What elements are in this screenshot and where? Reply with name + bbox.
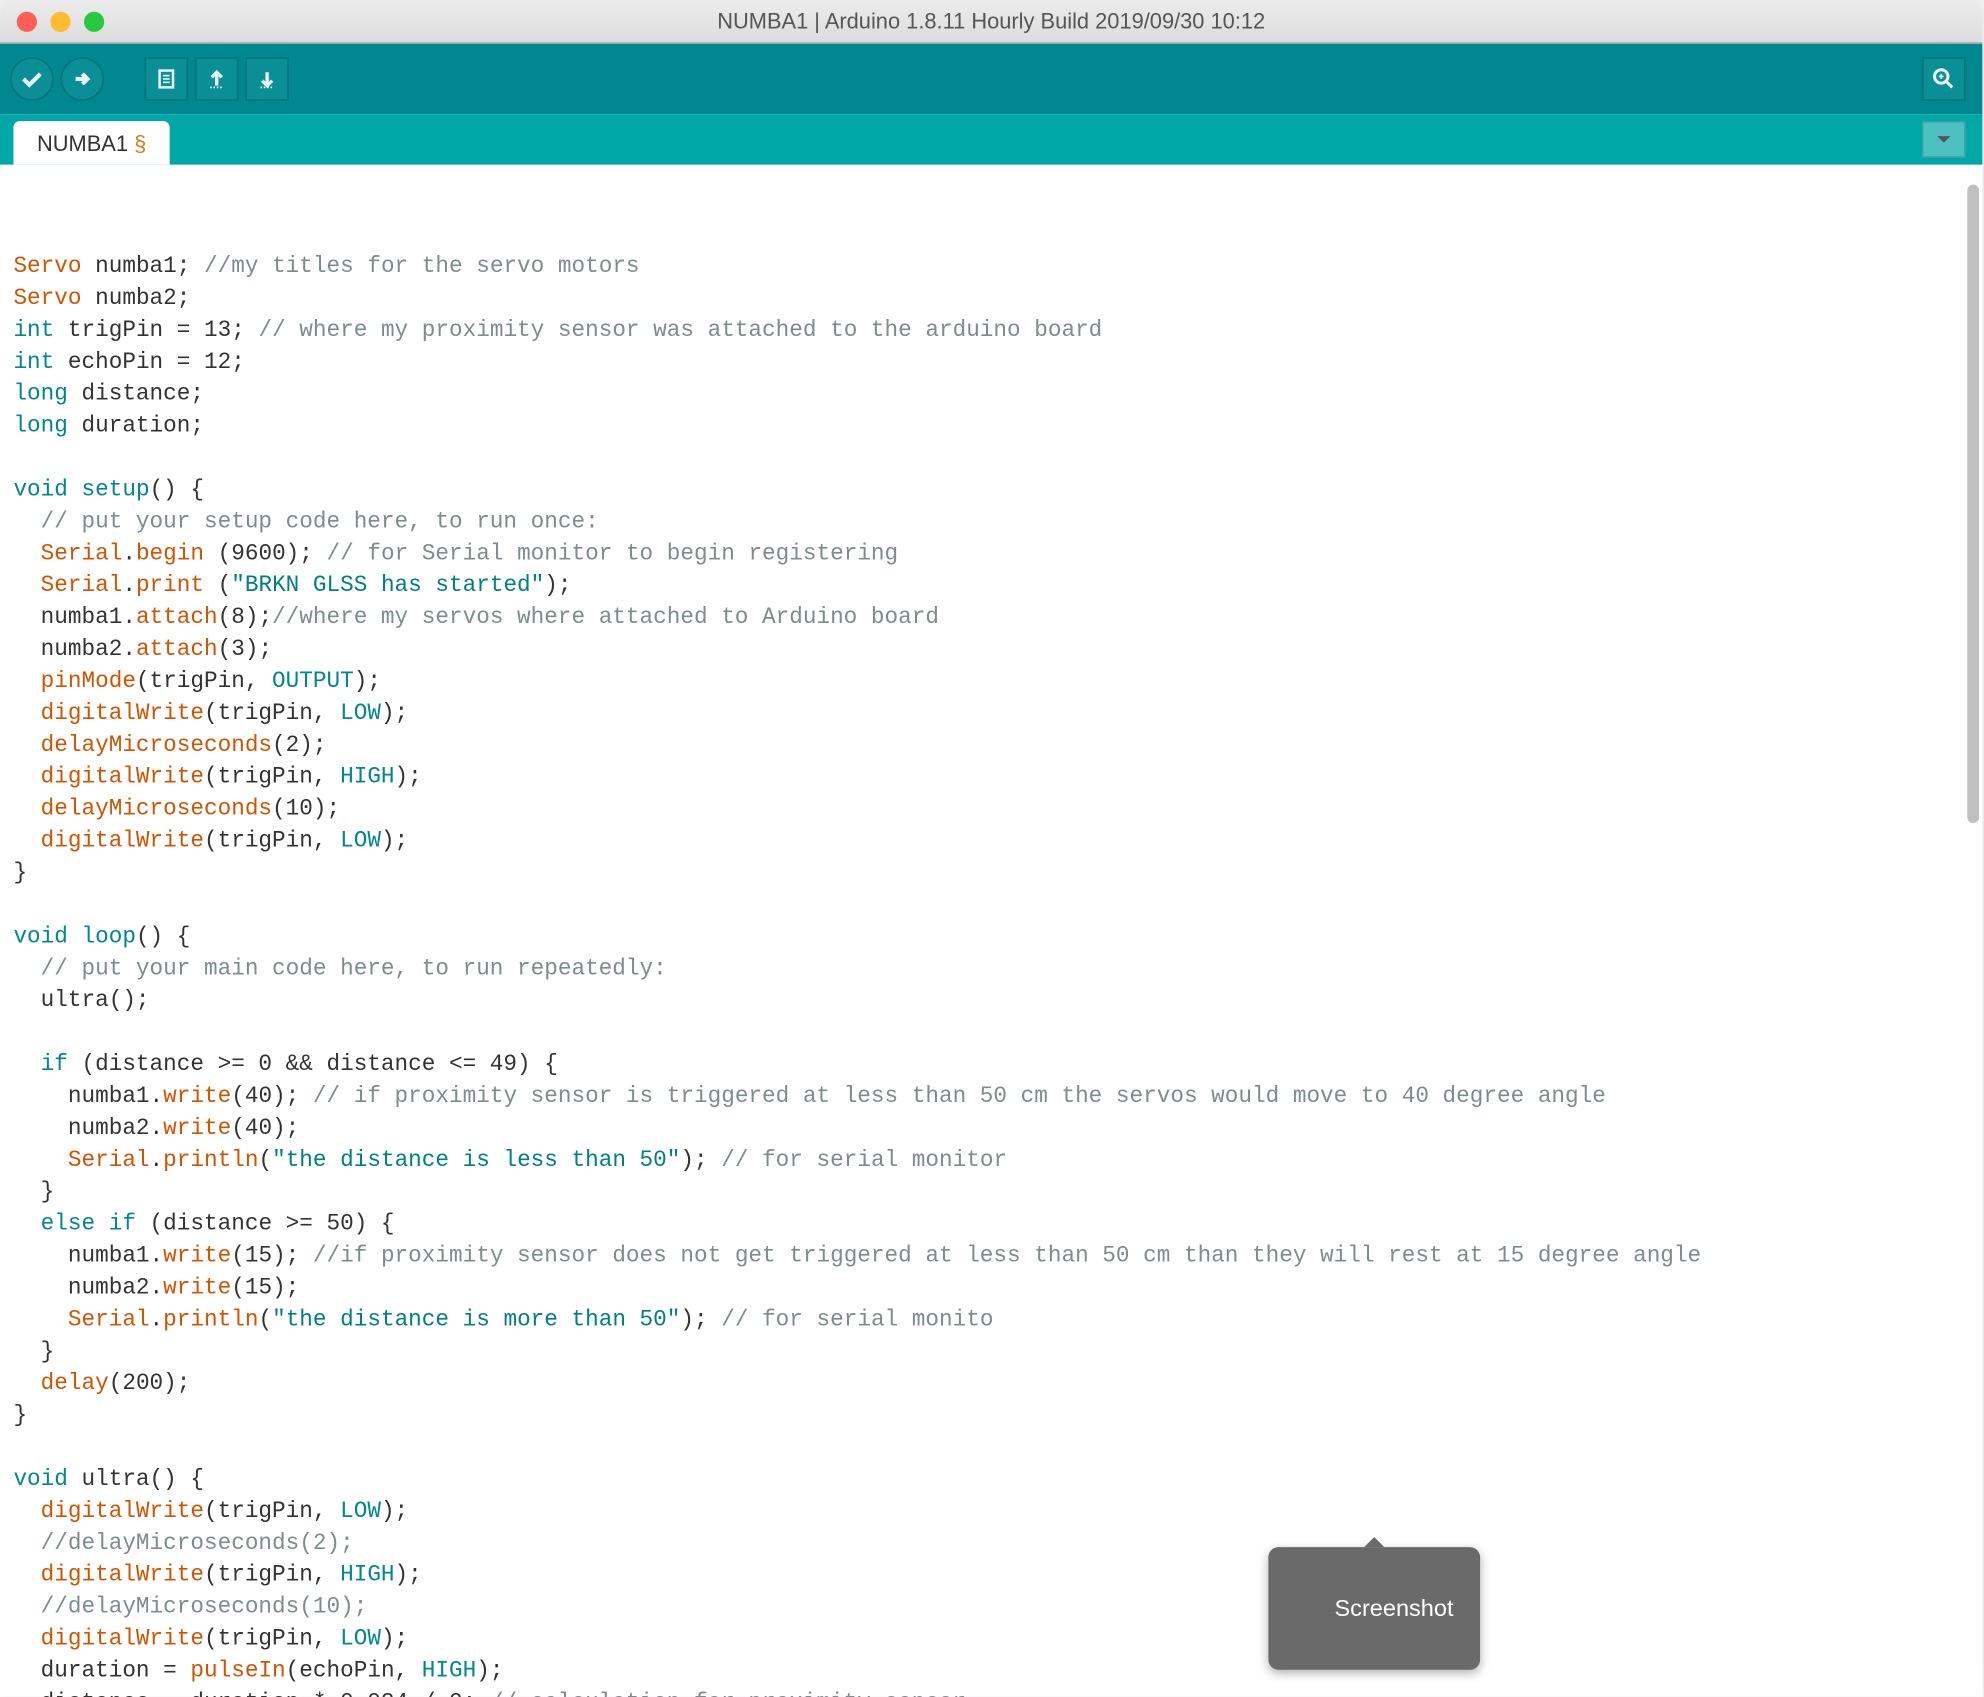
toolbar [0,44,1982,115]
serial-monitor-button[interactable] [1922,57,1966,101]
magnifier-icon [1930,66,1957,93]
tab-sketch[interactable]: NUMBA1 § [13,121,169,165]
check-icon [20,67,44,91]
window-title: NUMBA1 | Arduino 1.8.11 Hourly Build 201… [717,8,1265,33]
arrow-up-icon [205,67,229,91]
close-window-button[interactable] [17,11,37,31]
arrow-down-icon [255,67,279,91]
window-controls [17,11,104,31]
screenshot-tooltip: Screenshot [1268,1547,1480,1670]
arduino-ide-window: NUMBA1 | Arduino 1.8.11 Hourly Build 201… [0,0,1982,1697]
arrow-right-icon [71,67,95,91]
vertical-scrollbar[interactable] [1967,185,1979,823]
tabs-menu-button[interactable] [1922,121,1966,158]
verify-button[interactable] [10,57,54,101]
code-editor[interactable]: Servo numba1; //my titles for the servo … [0,165,1982,1697]
chevron-down-icon [1935,134,1952,144]
tooltip-text: Screenshot [1334,1594,1453,1621]
tab-name: NUMBA1 [37,131,128,156]
code-content[interactable]: Servo numba1; //my titles for the servo … [13,252,1969,1697]
save-sketch-button[interactable] [245,57,289,101]
open-sketch-button[interactable] [195,57,239,101]
maximize-window-button[interactable] [84,11,104,31]
upload-button[interactable] [60,57,104,101]
tab-bar: NUMBA1 § [0,114,1982,164]
file-icon [155,67,179,91]
titlebar: NUMBA1 | Arduino 1.8.11 Hourly Build 201… [0,0,1982,44]
minimize-window-button[interactable] [50,11,70,31]
new-sketch-button[interactable] [144,57,188,101]
tab-modified-indicator: § [134,131,146,156]
